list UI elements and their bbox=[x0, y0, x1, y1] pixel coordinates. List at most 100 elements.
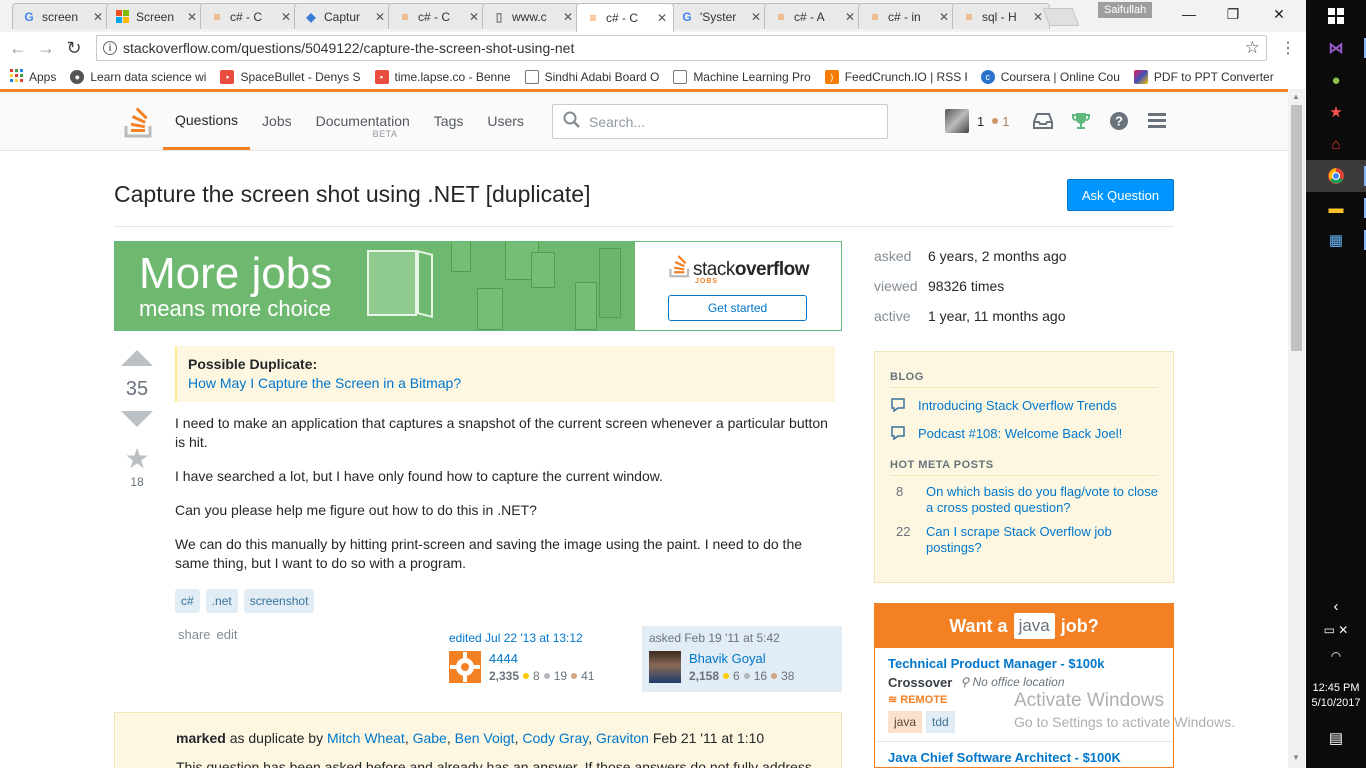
close-window-icon[interactable]: ✕ bbox=[1256, 4, 1302, 24]
bookmark-item[interactable]: c Coursera | Online Cou bbox=[980, 69, 1120, 84]
scrollbar-thumb[interactable] bbox=[1291, 105, 1302, 351]
closer-link[interactable]: Gabe bbox=[413, 730, 447, 746]
tag-screenshot[interactable]: screenshot bbox=[243, 589, 315, 613]
page-title[interactable]: Capture the screen shot using .NET [dupl… bbox=[114, 181, 590, 208]
profile-chip[interactable]: Saifullah bbox=[1098, 2, 1153, 18]
nav-users[interactable]: Users bbox=[475, 92, 536, 150]
closer-link[interactable]: Ben Voigt bbox=[455, 730, 515, 746]
pdf-icon[interactable]: ⌂ bbox=[1306, 128, 1366, 160]
close-icon[interactable]: ✕ bbox=[469, 10, 479, 24]
browser-tab[interactable]: G screen ✕ bbox=[12, 3, 110, 29]
app-icon[interactable]: ▦ bbox=[1306, 224, 1366, 256]
close-icon[interactable]: ✕ bbox=[281, 10, 291, 24]
achievements-trophy-icon[interactable] bbox=[1069, 109, 1093, 133]
reload-icon[interactable]: ↻ bbox=[63, 38, 85, 58]
notification-icon[interactable]: ▤ bbox=[1306, 722, 1366, 754]
bookmark-item[interactable]: ▪ time.lapse.co - Benne bbox=[374, 69, 511, 84]
ask-question-button[interactable]: Ask Question bbox=[1067, 179, 1174, 211]
bookmark-item[interactable]: Sindhi Adabi Board O bbox=[524, 69, 659, 84]
avatar[interactable] bbox=[449, 651, 481, 683]
close-icon[interactable]: ✕ bbox=[93, 10, 103, 24]
new-tab-button[interactable] bbox=[1042, 8, 1080, 26]
minimize-icon[interactable]: — bbox=[1166, 4, 1212, 24]
blog-link[interactable]: Podcast #108: Welcome Back Joel! bbox=[918, 426, 1122, 442]
visual-studio-icon[interactable]: ⋈ bbox=[1306, 32, 1366, 64]
close-icon[interactable]: ✕ bbox=[939, 10, 949, 24]
browser-tab[interactable]: Screen ✕ bbox=[106, 3, 204, 29]
share-link[interactable]: share bbox=[178, 627, 211, 642]
tag-csharp[interactable]: c# bbox=[175, 589, 200, 613]
nav-questions[interactable]: Questions bbox=[163, 92, 251, 150]
downvote-arrow-icon[interactable] bbox=[121, 411, 153, 427]
site-switcher-icon[interactable] bbox=[1145, 109, 1169, 133]
nav-tags[interactable]: Tags bbox=[422, 92, 476, 150]
file-explorer-icon[interactable]: ▬ bbox=[1306, 192, 1366, 224]
bookmark-item[interactable]: ) FeedCrunch.IO | RSS F bbox=[824, 69, 967, 84]
bookmark-star-icon[interactable]: ☆ bbox=[1245, 38, 1260, 58]
bookmark-item[interactable]: Machine Learning Pro bbox=[673, 69, 811, 84]
system-clock[interactable]: 12:45 PM 5/10/2017 bbox=[1306, 681, 1366, 711]
edited-link[interactable]: edited Jul 22 '13 at 13:12 bbox=[449, 631, 583, 645]
favorite-star-icon[interactable]: ★ bbox=[118, 445, 156, 473]
chrome-menu-icon[interactable]: ⋮ bbox=[1280, 38, 1296, 58]
blog-link[interactable]: Introducing Stack Overflow Trends bbox=[918, 398, 1117, 414]
job-tag[interactable]: tdd bbox=[926, 711, 955, 733]
browser-tab[interactable]: G 'Syster ✕ bbox=[670, 3, 768, 29]
forward-icon[interactable]: → bbox=[35, 38, 57, 58]
browser-tab[interactable]: ≡ c# - C ✕ bbox=[388, 3, 486, 29]
bookmark-item[interactable]: PDF to PPT Converter bbox=[1133, 69, 1274, 84]
restore-icon[interactable]: ❐ bbox=[1210, 4, 1256, 24]
close-icon[interactable]: ✕ bbox=[845, 10, 855, 24]
address-bar[interactable]: i stackoverflow.com/questions/5049122/ca… bbox=[96, 35, 1267, 61]
nav-jobs[interactable]: Jobs bbox=[250, 92, 304, 150]
search-input[interactable]: Search... bbox=[552, 104, 888, 139]
browser-tab[interactable]: ≡ sql - H ✕ bbox=[952, 3, 1050, 29]
close-icon[interactable]: ✕ bbox=[187, 10, 197, 24]
stat-value-link[interactable]: 1 year, 11 months ago bbox=[928, 308, 1066, 324]
browser-tab[interactable]: ▯ www.c ✕ bbox=[482, 3, 580, 29]
avatar[interactable] bbox=[945, 109, 969, 133]
close-icon[interactable]: ✕ bbox=[563, 10, 573, 24]
browser-tab[interactable]: ≡ c# - A ✕ bbox=[764, 3, 862, 29]
closer-link[interactable]: Mitch Wheat bbox=[327, 730, 405, 746]
closer-link[interactable]: Cody Gray bbox=[522, 730, 588, 746]
info-icon[interactable]: i bbox=[103, 41, 117, 55]
editor-name[interactable]: 4444 bbox=[489, 651, 518, 666]
close-icon[interactable]: ✕ bbox=[375, 10, 385, 24]
network-icon[interactable]: ◠ bbox=[1306, 640, 1366, 672]
help-icon[interactable]: ? bbox=[1107, 109, 1131, 133]
edit-link[interactable]: edit bbox=[217, 627, 238, 642]
bookmark-item[interactable]: ▪ SpaceBullet - Denys S bbox=[220, 69, 361, 84]
close-icon[interactable]: ✕ bbox=[751, 10, 761, 24]
browser-tab[interactable]: ≡ c# - C ✕ bbox=[200, 3, 298, 29]
app-icon[interactable]: ● bbox=[1306, 64, 1366, 96]
windows-start-icon[interactable] bbox=[1306, 0, 1366, 32]
browser-tab[interactable]: ≡ c# - in ✕ bbox=[858, 3, 956, 29]
browser-tab-active[interactable]: ≡ c# - C ✕ bbox=[576, 3, 674, 32]
meta-link[interactable]: On which basis do you flag/vote to close… bbox=[926, 484, 1158, 516]
bookmark-item[interactable]: Apps bbox=[10, 68, 56, 85]
upvote-arrow-icon[interactable] bbox=[121, 350, 153, 366]
scroll-up-icon[interactable]: ▲ bbox=[1292, 92, 1300, 101]
nav-documentation[interactable]: Documentation BETA bbox=[304, 92, 422, 150]
browser-tab[interactable]: ◆ Captur ✕ bbox=[294, 3, 392, 29]
duplicate-link[interactable]: How May I Capture the Screen in a Bitmap… bbox=[188, 375, 461, 391]
asker-name[interactable]: Bhavik Goyal bbox=[689, 651, 766, 666]
stackoverflow-logo-icon[interactable] bbox=[124, 106, 154, 138]
job-title[interactable]: Technical Product Manager - $100k bbox=[888, 656, 1160, 671]
meta-link[interactable]: Can I scrape Stack Overflow job postings… bbox=[926, 524, 1158, 556]
back-icon[interactable]: ← bbox=[7, 38, 29, 58]
closer-link[interactable]: Graviton bbox=[596, 730, 649, 746]
tag-dotnet[interactable]: .net bbox=[205, 589, 238, 613]
chrome-icon[interactable] bbox=[1306, 160, 1366, 192]
job-tag[interactable]: java bbox=[888, 711, 923, 733]
jobs-ad-banner[interactable]: More jobs means more choice stackoverflo… bbox=[114, 241, 842, 331]
page-scrollbar[interactable]: ▲ ▼ bbox=[1288, 89, 1305, 768]
scroll-down-icon[interactable]: ▼ bbox=[1292, 753, 1300, 762]
app-star-icon[interactable]: ★ bbox=[1306, 96, 1366, 128]
get-started-button[interactable]: Get started bbox=[668, 295, 807, 321]
bookmark-item[interactable]: ● Learn data science wi bbox=[70, 69, 206, 84]
avatar[interactable] bbox=[649, 651, 681, 683]
close-icon[interactable]: ✕ bbox=[1033, 10, 1043, 24]
inbox-icon[interactable] bbox=[1031, 109, 1055, 133]
